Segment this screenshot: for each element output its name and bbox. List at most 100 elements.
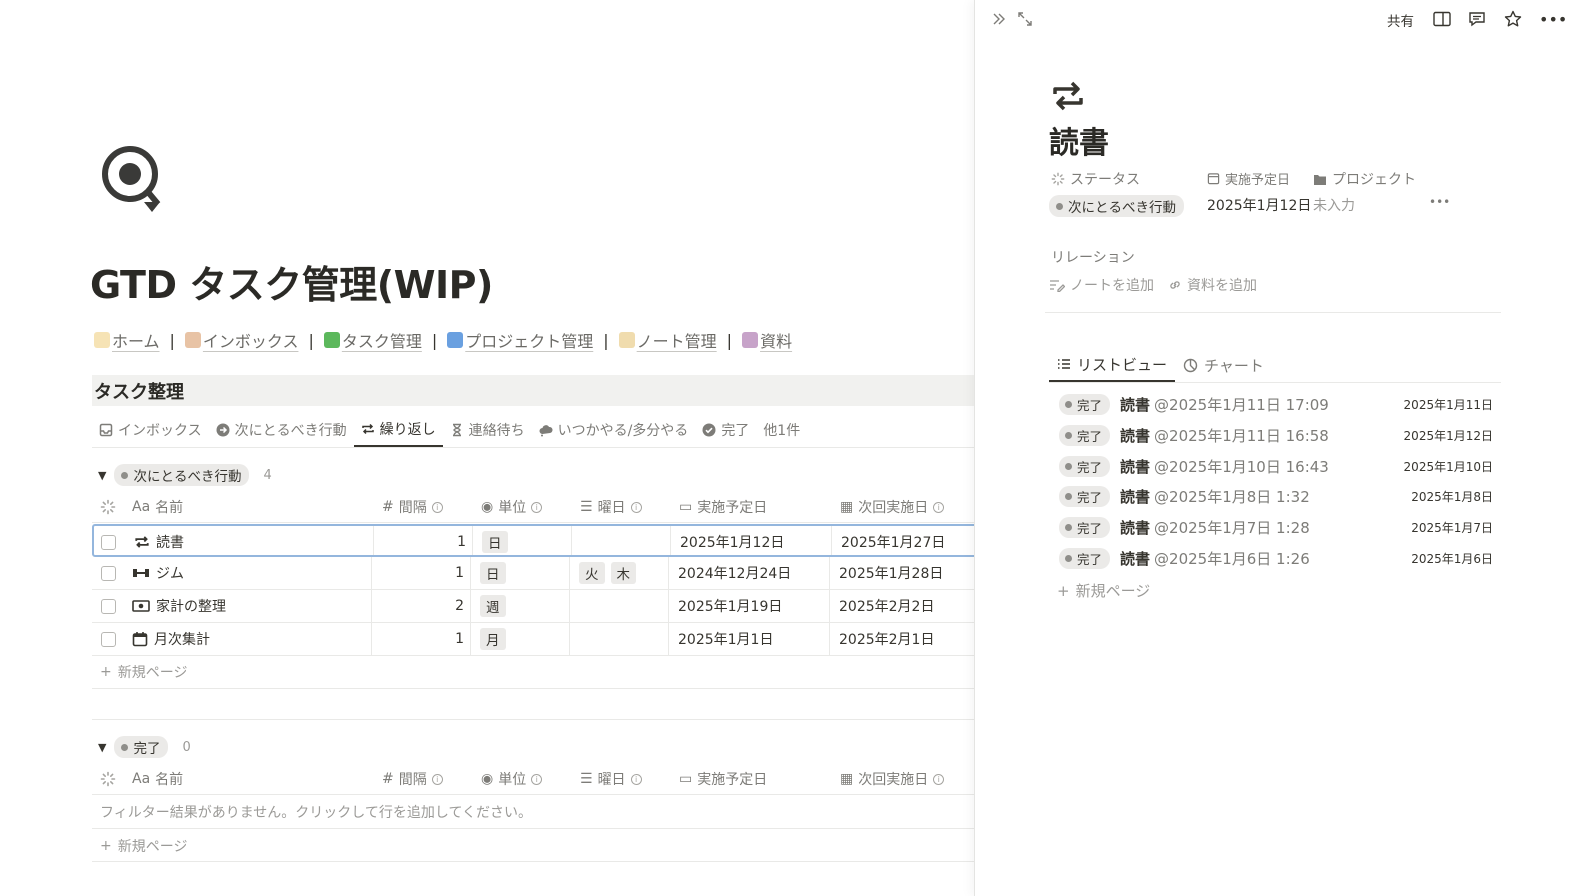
cell-interval: 1 [455, 565, 464, 581]
table-row[interactable]: 家計の整理 2 週 2025年1月19日 2025年2月2日 [92, 590, 985, 623]
list-item[interactable]: 完了 読書 @2025年1月6日 1:26 2025年1月6日 [1059, 544, 1493, 572]
list-item[interactable]: 完了 読書 @2025年1月11日 16:58 2025年1月12日 [1059, 421, 1493, 449]
tab-list-view[interactable]: リストビュー [1049, 348, 1176, 382]
calendar-icon: ▦ [840, 499, 854, 515]
group-count: 4 [263, 467, 272, 483]
nav-link-inbox[interactable]: インボックス [184, 328, 298, 352]
list-item[interactable]: 完了 読書 @2025年1月8日 1:32 2025年1月8日 [1059, 482, 1493, 510]
column-unit[interactable]: ◉ 単位 i [481, 491, 543, 523]
row-title[interactable]: ジム [132, 557, 184, 589]
add-material-button[interactable]: 資料を追加 [1168, 275, 1257, 295]
tab-done[interactable]: 完了 [695, 412, 756, 447]
tab-next-action[interactable]: 次にとるべき行動 [209, 412, 354, 447]
tab-someday[interactable]: いつかやる/多分やる [532, 412, 696, 447]
side-peek-panel: 共有 ••• 読書 ステータス 実施予定日 プロジェクト 次にとるべき行動 20… [974, 0, 1580, 896]
row-title[interactable]: 月次集計 [132, 623, 210, 655]
tab-chart[interactable]: チャート [1175, 348, 1272, 382]
tab-inbox[interactable]: インボックス [92, 412, 209, 447]
column-scheduled[interactable]: ▭ 実施予定日 [679, 491, 767, 523]
tab-repeat[interactable]: 繰り返し [353, 412, 443, 447]
group-header-next-action[interactable]: ▼ 次にとるべき行動 4 [98, 464, 272, 486]
table-header: Aa 名前 # 間隔 i ◉ 単位 i ☰ 曜日 i ▭ 実施予定日 ▦ 次回実施日 i [92, 491, 985, 523]
info-icon[interactable]: i [933, 501, 945, 513]
status-badge: 次にとるべき行動 [114, 464, 250, 486]
favorite-button[interactable] [1504, 8, 1522, 30]
nav-links: ホーム | インボックス | タスク管理 | プロジェクト管理 | ノート管理 … [94, 328, 792, 352]
row-title[interactable]: 読書 [134, 526, 184, 558]
table-row[interactable]: 読書 1 日 2025年1月12日 2025年1月27日 [92, 524, 985, 557]
info-icon[interactable]: i [531, 501, 543, 513]
close-panel-button[interactable] [991, 8, 1007, 30]
split-view-icon [1433, 11, 1451, 27]
prop-status-value[interactable]: 次にとるべき行動 [1049, 195, 1184, 217]
tab-waiting[interactable]: 連絡待ち [443, 412, 532, 447]
column-scheduled[interactable]: ▭ 実施予定日 [679, 763, 767, 795]
column-next[interactable]: ▦ 次回実施日 i [840, 491, 945, 523]
group-header-done[interactable]: ▼ 完了 0 [98, 736, 191, 758]
dumbbell-icon [133, 569, 149, 577]
date-mention[interactable]: @2025年1月11日 16:58 [1154, 425, 1329, 446]
layout-button[interactable] [1433, 8, 1451, 30]
date-mention[interactable]: @2025年1月8日 1:32 [1154, 486, 1310, 507]
column-next[interactable]: ▦ 次回実施日 i [840, 763, 945, 795]
prop-project-label[interactable]: プロジェクト [1313, 169, 1416, 189]
row-checkbox[interactable] [101, 590, 116, 622]
row-title[interactable]: 家計の整理 [132, 590, 226, 622]
column-name[interactable]: Aa 名前 [132, 763, 183, 795]
info-icon[interactable]: i [630, 773, 642, 785]
date-mention[interactable]: @2025年1月7日 1:28 [1154, 517, 1310, 538]
hourglass-icon [452, 423, 461, 436]
expand-button[interactable] [1017, 8, 1033, 30]
table-row[interactable]: 月次集計 1 月 2025年1月1日 2025年2月1日 [92, 623, 985, 656]
share-button[interactable]: 共有 [1387, 10, 1414, 30]
column-unit[interactable]: ◉ 単位 i [481, 763, 543, 795]
panel-new-page-button[interactable]: + 新規ページ [1057, 580, 1150, 601]
tab-more[interactable]: 他1件 [756, 412, 807, 447]
date-mention[interactable]: @2025年1月11日 17:09 [1154, 394, 1329, 415]
add-note-button[interactable]: ノートを追加 [1049, 275, 1154, 295]
comments-button[interactable] [1468, 8, 1486, 30]
cell-scheduled: 2025年1月1日 [678, 632, 774, 648]
info-icon[interactable]: i [933, 773, 945, 785]
info-icon[interactable]: i [531, 773, 543, 785]
plus-icon: + [100, 838, 112, 854]
column-weekday[interactable]: ☰ 曜日 i [580, 491, 642, 523]
nav-link-tasks[interactable]: タスク管理 [323, 328, 422, 352]
comment-icon [1469, 12, 1485, 27]
caret-down-icon[interactable]: ▼ [98, 469, 106, 482]
date-mention[interactable]: @2025年1月10日 16:43 [1154, 456, 1329, 477]
column-interval[interactable]: # 間隔 i [382, 491, 443, 523]
table-header: Aa 名前 # 間隔 i ◉ 単位 i ☰ 曜日 i ▭ 実施予定日 ▦ 次回実施日 i [92, 763, 985, 795]
column-name[interactable]: Aa 名前 [132, 491, 183, 523]
table-row[interactable]: ジム 1 日 火木 2024年12月24日 2025年1月28日 [92, 557, 985, 590]
list-item[interactable]: 完了 読書 @2025年1月7日 1:28 2025年1月7日 [1059, 513, 1493, 541]
nav-link-projects[interactable]: プロジェクト管理 [447, 328, 593, 352]
column-weekday[interactable]: ☰ 曜日 i [580, 763, 642, 795]
date-mention[interactable]: @2025年1月6日 1:26 [1154, 548, 1310, 569]
more-properties-icon[interactable]: ••• [1429, 195, 1450, 209]
prop-project-value[interactable]: 未入力 [1313, 195, 1355, 215]
row-checkbox[interactable] [101, 526, 116, 558]
column-interval[interactable]: # 間隔 i [382, 763, 443, 795]
new-page-button[interactable]: + 新規ページ [100, 836, 187, 856]
star-icon [1504, 10, 1522, 27]
row-checkbox[interactable] [101, 557, 116, 589]
more-button[interactable]: ••• [1539, 8, 1567, 30]
list-item[interactable]: 完了 読書 @2025年1月10日 16:43 2025年1月10日 [1059, 452, 1493, 480]
panel-page-title[interactable]: 読書 [1049, 118, 1109, 162]
new-page-button[interactable]: + 新規ページ [100, 662, 187, 682]
prop-status-label[interactable]: ステータス [1051, 169, 1140, 189]
empty-state[interactable]: フィルター結果がありません。クリックして行を追加してください。 [100, 802, 532, 822]
nav-link-materials[interactable]: 資料 [742, 328, 792, 352]
prop-date-value[interactable]: 2025年1月12日 [1207, 195, 1311, 215]
nav-link-home[interactable]: ホーム [94, 328, 160, 352]
prop-date-label[interactable]: 実施予定日 [1207, 169, 1290, 188]
caret-down-icon[interactable]: ▼ [98, 741, 106, 754]
info-icon[interactable]: i [431, 501, 443, 513]
list-item[interactable]: 完了 読書 @2025年1月11日 17:09 2025年1月11日 [1059, 390, 1493, 418]
nav-link-notes[interactable]: ノート管理 [618, 328, 717, 352]
row-checkbox[interactable] [101, 623, 116, 655]
info-icon[interactable]: i [431, 773, 443, 785]
repeat-icon[interactable] [1051, 80, 1085, 112]
info-icon[interactable]: i [630, 501, 642, 513]
